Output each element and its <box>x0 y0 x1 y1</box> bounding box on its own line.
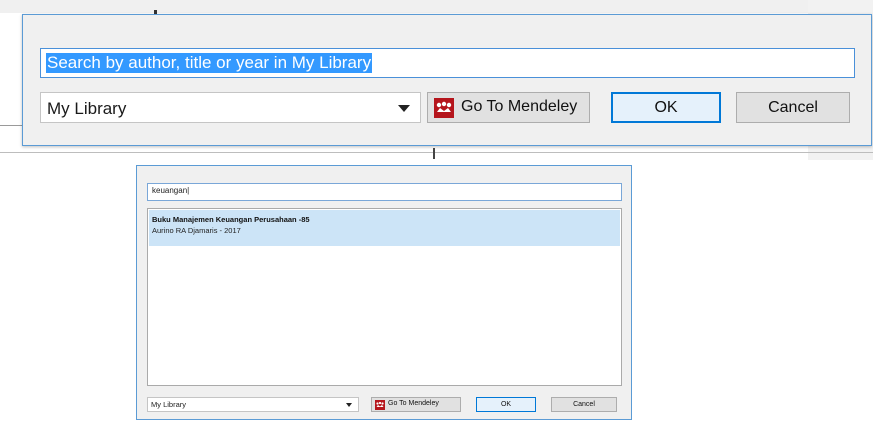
go-to-mendeley-label: Go To Mendeley <box>388 400 439 407</box>
result-title: Buku Manajemen Keuangan Perusahaan -85 <box>152 215 310 224</box>
results-list[interactable]: Buku Manajemen Keuangan Perusahaan -85 A… <box>147 208 622 386</box>
chevron-down-icon[interactable] <box>346 403 352 407</box>
background-rule-mark <box>0 125 22 126</box>
result-author-year: Aurino RA Djamaris - 2017 <box>152 226 241 235</box>
cancel-button[interactable]: Cancel <box>736 92 850 123</box>
go-to-mendeley-label: Go To Mendeley <box>461 98 578 115</box>
cancel-button[interactable]: Cancel <box>551 397 617 412</box>
library-dropdown[interactable]: My Library <box>147 397 359 412</box>
background-document-top <box>0 0 873 13</box>
citation-dialog: keuangan| Buku Manajemen Keuangan Perusa… <box>136 165 632 420</box>
citation-dialog-zoomed: Search by author, title or year in My Li… <box>22 14 872 146</box>
search-input-value: keuangan| <box>152 186 190 195</box>
search-input-selected-text[interactable]: Search by author, title or year in My Li… <box>46 53 373 73</box>
go-to-mendeley-button[interactable]: Go To Mendeley <box>371 397 461 412</box>
mendeley-logo-icon <box>434 98 454 118</box>
background-text-cursor <box>433 148 435 159</box>
go-to-mendeley-button[interactable]: Go To Mendeley <box>427 92 590 123</box>
chevron-down-icon[interactable] <box>398 105 410 112</box>
ok-button[interactable]: OK <box>476 397 536 412</box>
library-dropdown-value: My Library <box>47 99 127 118</box>
ok-button[interactable]: OK <box>611 92 721 123</box>
library-dropdown-value: My Library <box>151 400 187 409</box>
search-input[interactable]: keuangan| <box>147 183 622 201</box>
list-item[interactable]: Buku Manajemen Keuangan Perusahaan -85 A… <box>149 210 620 246</box>
library-dropdown[interactable]: My Library <box>40 92 421 123</box>
background-divider <box>0 152 873 153</box>
search-input[interactable]: Search by author, title or year in My Li… <box>40 48 855 78</box>
mendeley-logo-icon <box>375 400 385 410</box>
